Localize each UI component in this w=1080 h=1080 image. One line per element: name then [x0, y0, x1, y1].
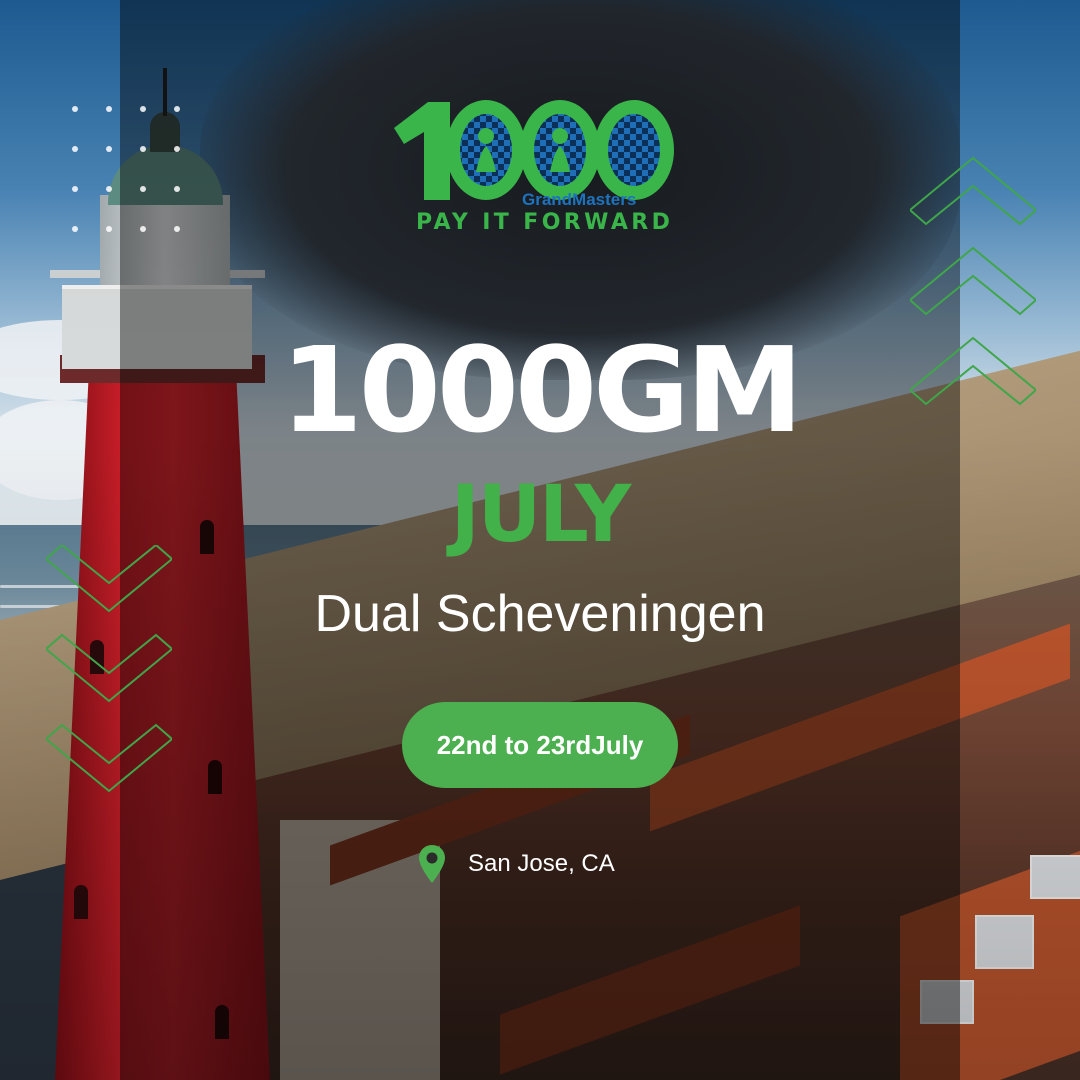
- event-name: Dual Scheveningen: [314, 585, 766, 643]
- event-poster: GrandMasters PAY IT FORWARD 1000GM JULY …: [0, 0, 1080, 1080]
- map-pin-icon: [419, 845, 445, 883]
- logo-tagline: PAY IT FORWARD: [416, 210, 674, 235]
- brand-logo: GrandMasters PAY IT FORWARD: [390, 92, 690, 247]
- dot-grid-decoration: [72, 106, 188, 236]
- event-headline: 1000GM: [280, 321, 804, 459]
- event-month: JULY: [450, 470, 631, 560]
- event-location: San Jose, CA: [418, 842, 615, 886]
- logo-brand-text: GrandMasters: [522, 190, 637, 209]
- event-dates-label: 22nd to 23rdJuly: [436, 729, 644, 760]
- event-dates-badge: 22nd to 23rdJuly: [402, 702, 678, 788]
- location-label: San Jose, CA: [468, 850, 615, 877]
